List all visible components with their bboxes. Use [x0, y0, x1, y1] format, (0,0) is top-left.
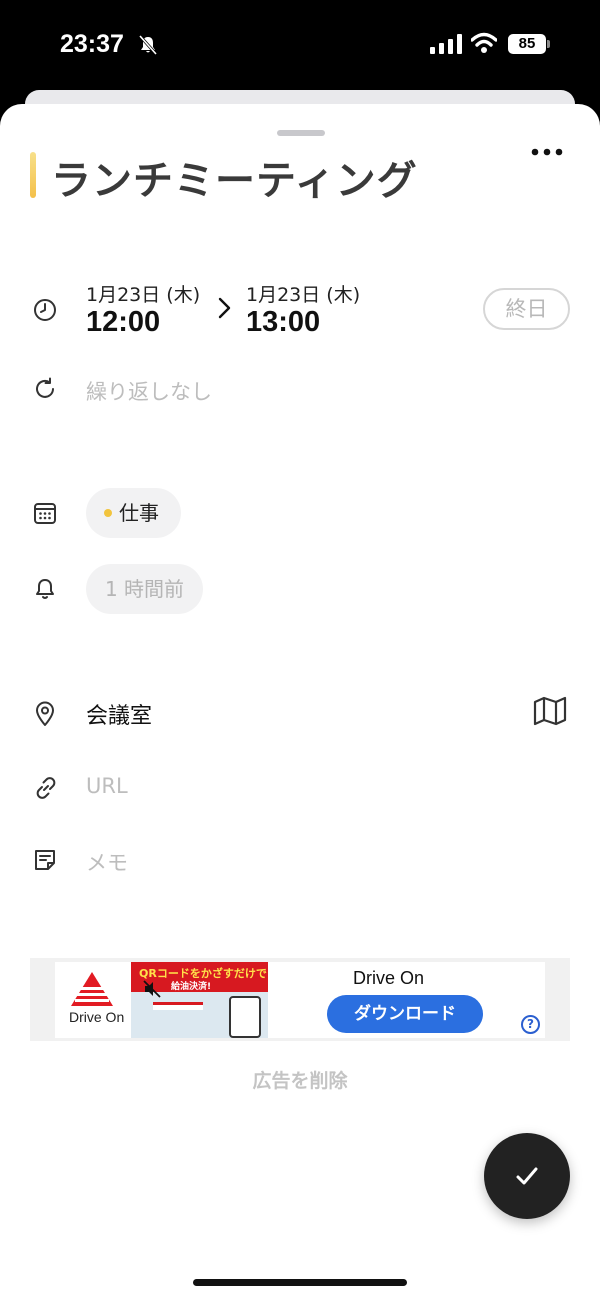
map-icon[interactable]: [533, 696, 567, 726]
sheet-grabber[interactable]: [277, 130, 325, 136]
phone-graphic: [229, 996, 261, 1038]
drive-on-logo: [71, 972, 113, 1006]
calendar-icon: [34, 503, 56, 524]
memo-icon: [35, 850, 55, 870]
reminder-chip[interactable]: 1 時間前: [86, 564, 203, 614]
calendar-label: 仕事: [119, 501, 159, 525]
chevron-right-icon: [218, 297, 231, 319]
bell-off-icon: [139, 35, 157, 55]
all-day-toggle[interactable]: 終日: [483, 288, 570, 330]
mute-icon[interactable]: [143, 980, 161, 998]
repeat-field[interactable]: 繰り返しなし: [86, 376, 212, 406]
ad-banner-scene: [131, 992, 268, 1038]
repeat-icon: [36, 377, 54, 398]
ad-download-button[interactable]: ダウンロード: [327, 995, 483, 1033]
battery-nub: [547, 40, 550, 48]
ad-banner-subtitle: 給油決済!: [171, 982, 212, 992]
event-sheet: ランチミーティング 1月23日 (木) 12:00 1月23日 (木) 13:0…: [0, 104, 600, 1301]
calendar-chip[interactable]: 仕事: [86, 488, 181, 538]
memo-field[interactable]: メモ: [86, 847, 128, 877]
bell-icon: [36, 579, 54, 599]
end-date[interactable]: 1月23日 (木): [246, 280, 360, 307]
url-field[interactable]: URL: [86, 774, 128, 798]
wifi-icon: [471, 32, 497, 53]
ad-image[interactable]: QRコードをかざすだけで 給油決済!: [131, 962, 268, 1038]
battery-level: 85: [508, 34, 546, 54]
start-date[interactable]: 1月23日 (木): [86, 280, 200, 307]
status-bar: 23:37 85: [0, 0, 600, 90]
signal-icon: [430, 34, 462, 54]
ad-content[interactable]: Drive On QRコードをかざすだけで 給油決済! Drive On ダウン…: [55, 962, 545, 1038]
event-title[interactable]: ランチミーティング: [51, 148, 418, 206]
event-color-bar[interactable]: [30, 152, 36, 198]
location-field[interactable]: 会議室: [86, 698, 152, 730]
gas-station-graphic: [153, 1002, 203, 1010]
calendar-color-dot: [104, 509, 112, 517]
check-icon: [516, 1167, 538, 1185]
ad-help-icon[interactable]: ?: [521, 1015, 540, 1034]
home-indicator[interactable]: [193, 1279, 407, 1286]
ad-app-name: Drive On: [353, 968, 425, 988]
more-icon[interactable]: [531, 148, 563, 156]
status-time: 23:37: [60, 30, 124, 58]
location-pin-icon: [36, 701, 54, 726]
end-time[interactable]: 13:00: [246, 306, 320, 339]
clock-icon: [34, 299, 56, 321]
remove-ads-link[interactable]: 広告を削除: [0, 1066, 600, 1093]
save-button[interactable]: [484, 1133, 570, 1219]
link-icon: [36, 777, 56, 799]
ad-banner[interactable]: Drive On QRコードをかざすだけで 給油決済! Drive On ダウン…: [30, 958, 570, 1041]
start-time[interactable]: 12:00: [86, 306, 160, 339]
ad-logo-text: Drive On: [69, 1009, 125, 1025]
